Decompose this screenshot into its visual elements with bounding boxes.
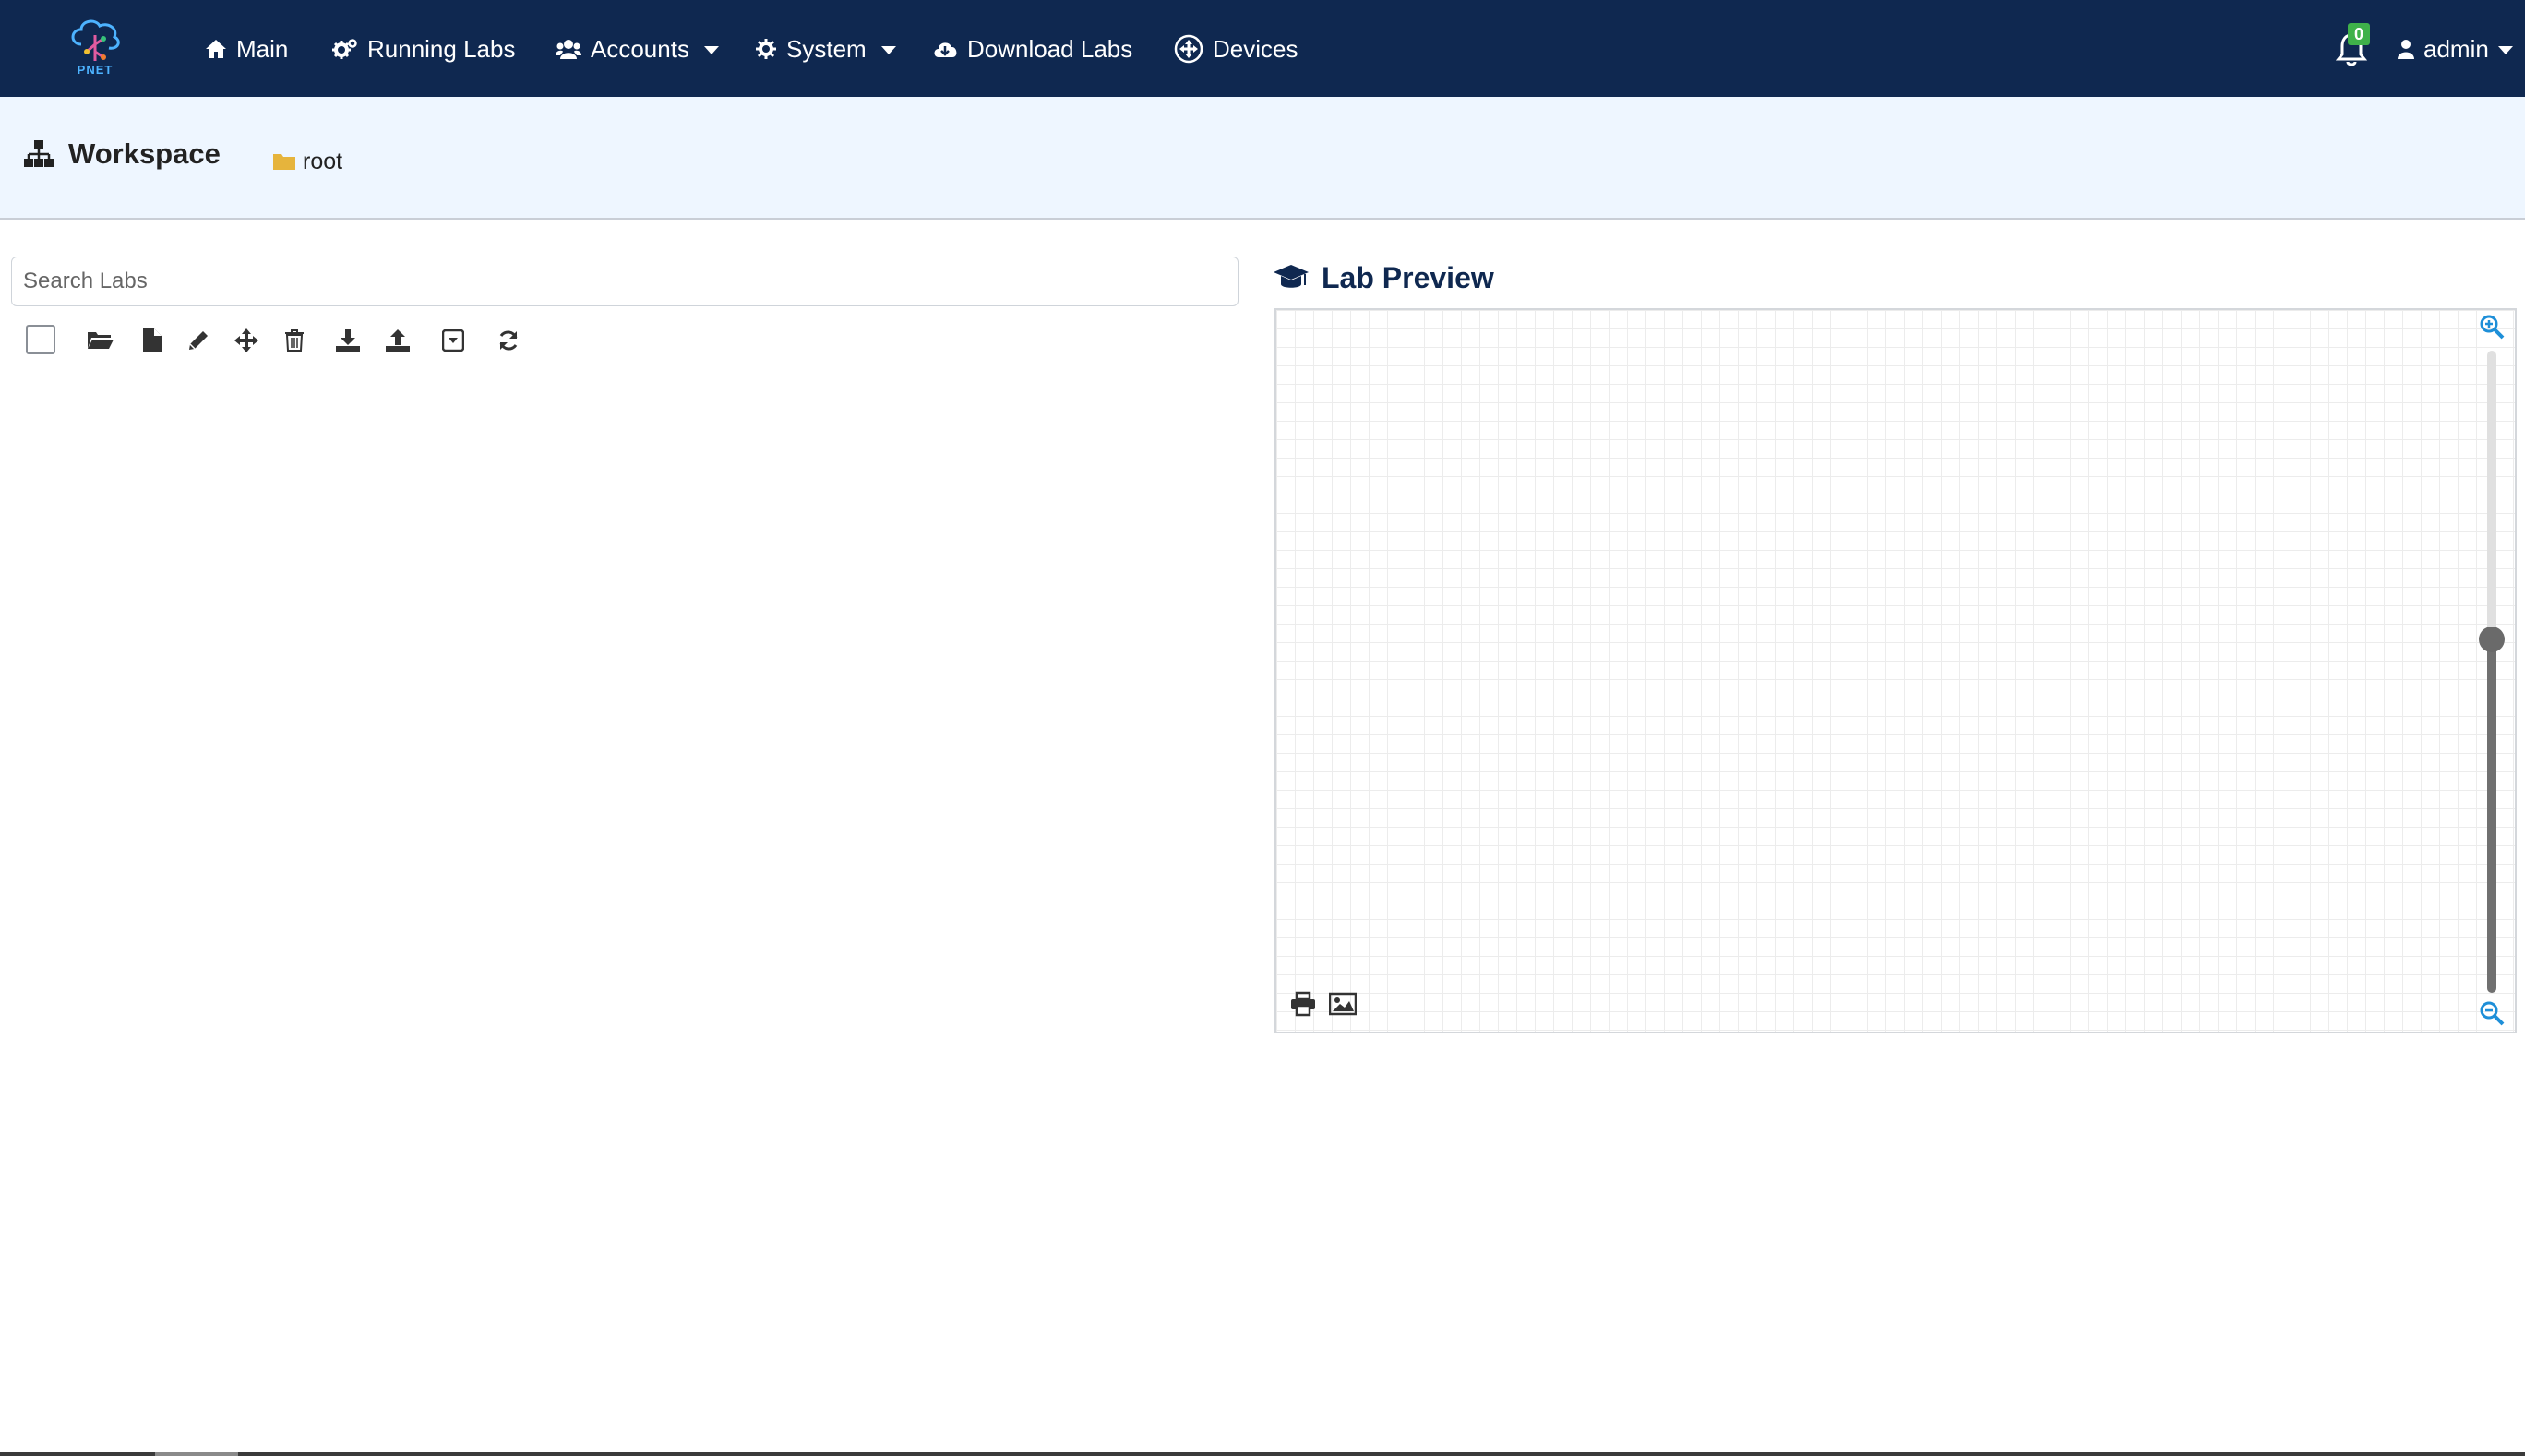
- nav-devices-label: Devices: [1213, 34, 1298, 63]
- workspace-title: Workspace: [68, 137, 221, 170]
- nav-running-labs[interactable]: Running Labs: [332, 31, 515, 66]
- zoom-out-icon[interactable]: [2479, 1000, 2505, 1026]
- chevron-down-icon: [2497, 45, 2513, 54]
- archive-button[interactable]: [439, 327, 467, 354]
- bottom-divider: [0, 1452, 2525, 1456]
- nav-accounts-label: Accounts: [591, 34, 689, 63]
- refresh-button[interactable]: [495, 327, 522, 354]
- user-menu-label: admin: [2423, 34, 2489, 63]
- bottom-scroll-indicator: [155, 1452, 238, 1456]
- logo-text: PNET: [77, 63, 114, 77]
- user-icon: [2398, 40, 2414, 59]
- new-lab-button[interactable]: [138, 327, 166, 354]
- cloud-download-icon: [934, 42, 957, 57]
- lab-preview-heading: Lab Preview: [1274, 257, 1494, 298]
- graduation-cap-icon: [1274, 265, 1309, 288]
- breadcrumb-label: root: [303, 148, 343, 174]
- delete-button[interactable]: [281, 327, 308, 354]
- zoom-in-icon[interactable]: [2479, 314, 2505, 340]
- zoom-slider-thumb[interactable]: [2479, 627, 2505, 653]
- import-button[interactable]: [384, 327, 412, 354]
- image-icon[interactable]: [1329, 991, 1357, 1017]
- user-menu[interactable]: admin: [2398, 31, 2513, 66]
- folder-icon: [273, 154, 295, 170]
- file-icon: [143, 328, 162, 352]
- pnet-logo[interactable]: PNET: [65, 17, 126, 83]
- devices-icon: [1174, 34, 1203, 64]
- trash-icon: [285, 329, 304, 352]
- refresh-icon: [499, 330, 518, 351]
- nav-system[interactable]: System: [755, 31, 896, 66]
- nav-system-label: System: [786, 34, 867, 63]
- nav-main[interactable]: Main: [205, 31, 288, 66]
- zoom-slider-fill: [2487, 639, 2496, 993]
- pencil-icon: [189, 331, 208, 350]
- notification-badge: 0: [2348, 23, 2370, 45]
- edit-button[interactable]: [185, 327, 212, 354]
- lab-preview-title: Lab Preview: [1322, 260, 1494, 294]
- download-icon: [336, 329, 360, 352]
- gear-icon: [756, 39, 776, 59]
- logo-tree-icon: [71, 19, 120, 61]
- folder-open-icon: [88, 332, 114, 349]
- nav-devices[interactable]: Devices: [1174, 31, 1298, 66]
- search-labs-input[interactable]: [11, 257, 1239, 306]
- breadcrumb-root[interactable]: root: [273, 143, 342, 180]
- nav-accounts[interactable]: Accounts: [556, 31, 719, 66]
- chevron-down-icon: [703, 45, 719, 54]
- nav-download-labs[interactable]: Download Labs: [932, 31, 1132, 66]
- move-button[interactable]: [233, 327, 260, 354]
- lab-preview-canvas[interactable]: [1274, 308, 2517, 1033]
- nav-download-labs-label: Download Labs: [967, 34, 1133, 63]
- workspace-header: Workspace root: [0, 97, 2525, 220]
- export-button[interactable]: [334, 327, 362, 354]
- archive-icon: [442, 329, 464, 352]
- users-icon: [556, 40, 581, 59]
- nav-main-label: Main: [236, 34, 289, 63]
- print-icon[interactable]: [1290, 991, 1316, 1017]
- page-title: Workspace: [24, 134, 221, 174]
- chevron-down-icon: [880, 45, 896, 54]
- upload-icon: [386, 329, 410, 352]
- cogs-icon: [332, 39, 357, 59]
- home-icon: [206, 40, 226, 58]
- open-folder-button[interactable]: [87, 327, 114, 354]
- move-icon: [234, 328, 258, 352]
- nav-running-labs-label: Running Labs: [367, 34, 516, 63]
- top-navbar: PNET Main Running Labs Accounts System D…: [0, 0, 2525, 97]
- select-all-checkbox[interactable]: [26, 325, 55, 354]
- sitemap-icon: [24, 140, 54, 167]
